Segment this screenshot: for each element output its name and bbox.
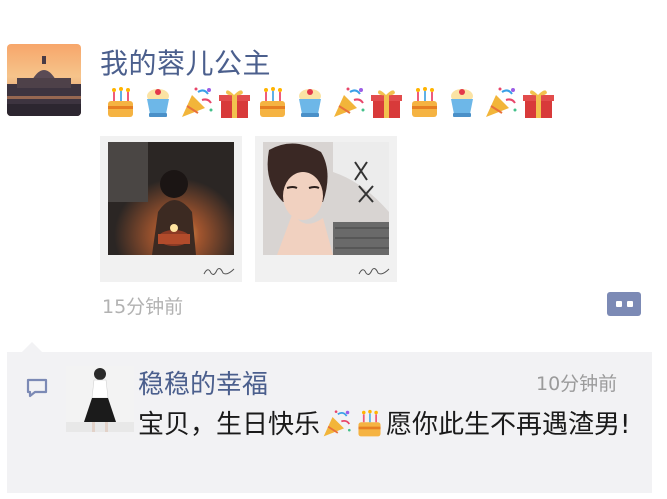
comment-panel: 稳稳的幸福 10分钟前 宝贝，生日快乐 愿你此生不再遇渣男! <box>7 352 652 493</box>
poster-name[interactable]: 我的蓉儿公主 <box>100 42 271 82</box>
dot-icon <box>615 301 622 307</box>
party-popper-icon <box>182 87 213 117</box>
comment-text[interactable]: 宝贝，生日快乐 愿你此生不再遇渣男! <box>138 406 638 444</box>
birthday-cake-icon <box>108 87 133 117</box>
pudding-dessert-icon <box>299 89 321 117</box>
post-timestamp: 15分钟前 <box>102 296 184 318</box>
photo-portrait[interactable] <box>255 136 397 282</box>
party-popper-icon <box>323 410 351 437</box>
comment-text-after: 愿你此生不再遇渣男! <box>386 410 631 440</box>
emoji-row <box>102 86 557 120</box>
gift-box-icon <box>523 90 554 118</box>
commenter-avatar[interactable] <box>66 366 134 432</box>
birthday-cake-icon <box>260 87 285 117</box>
poster-avatar[interactable] <box>7 44 81 116</box>
pudding-dessert-icon <box>147 89 169 117</box>
party-popper-icon <box>486 87 517 117</box>
pudding-dessert-icon <box>451 89 473 117</box>
gift-box-icon <box>219 90 250 118</box>
comment-text-before: 宝贝，生日快乐 <box>138 410 321 440</box>
commenter-name[interactable]: 稳稳的幸福 <box>138 364 268 401</box>
comment-more-button[interactable] <box>607 292 641 316</box>
photo-birthday-cake[interactable] <box>100 136 242 282</box>
watermark-signature-icon <box>358 268 390 275</box>
watermark-signature-icon <box>203 268 235 275</box>
dot-icon <box>626 301 633 307</box>
comment-bubble-icon <box>26 378 48 398</box>
birthday-cake-icon <box>358 409 381 437</box>
birthday-cake-icon <box>412 87 437 117</box>
gift-box-icon <box>371 90 402 118</box>
party-popper-icon <box>334 87 365 117</box>
comment-time: 10分钟前 <box>536 373 618 395</box>
